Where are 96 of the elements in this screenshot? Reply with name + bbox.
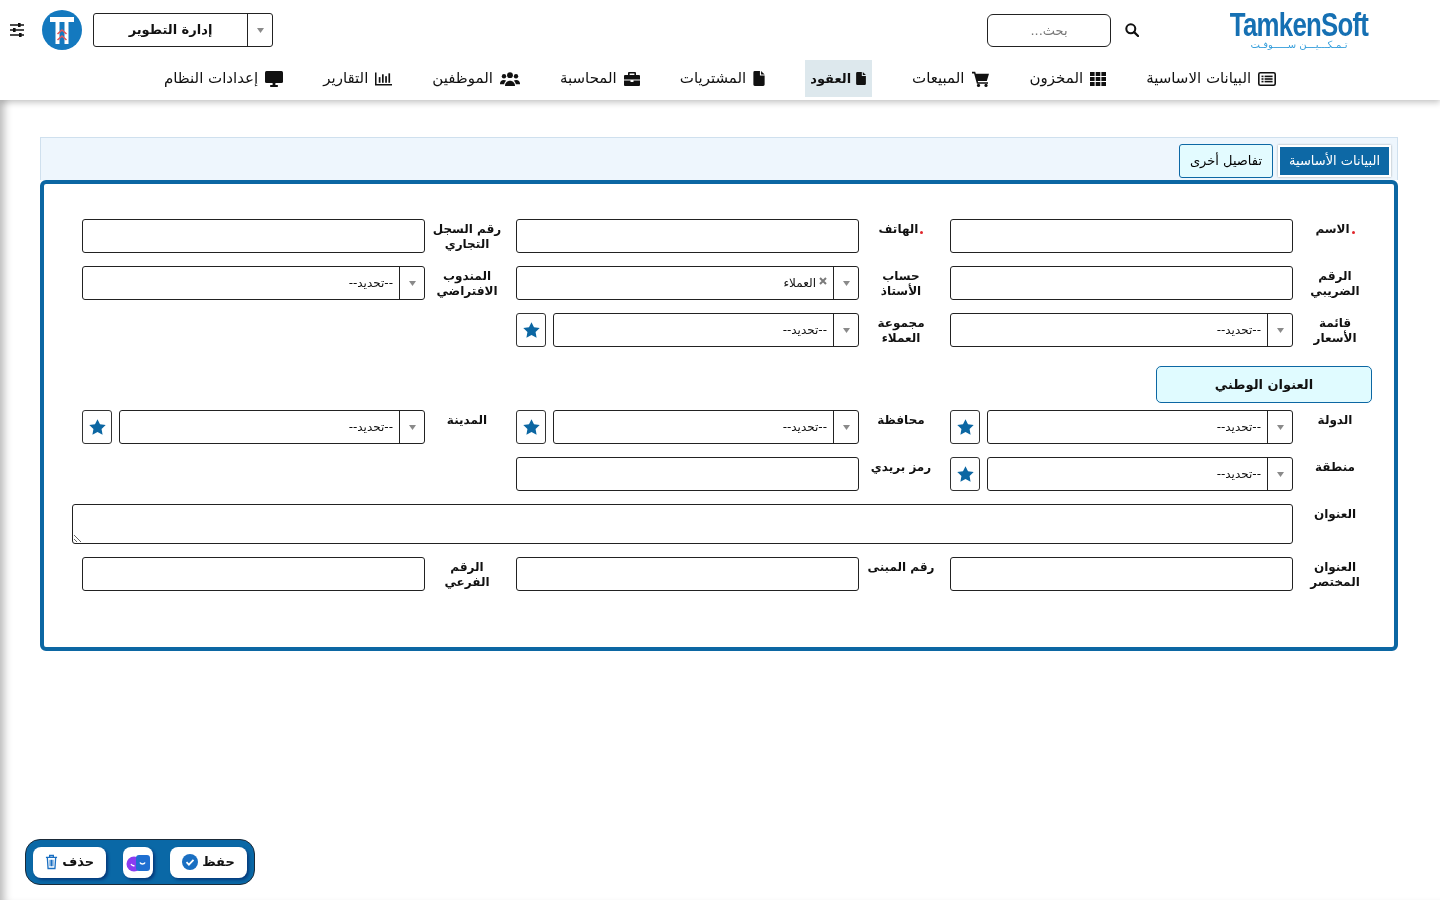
select-value: --تحديد--: [782, 419, 827, 436]
field-label: المندوب الافتراضي: [435, 269, 499, 299]
app-icon: [126, 852, 151, 872]
form-tab[interactable]: تفاصيل أخرى: [1178, 144, 1273, 178]
select-field[interactable]: --تحديد--: [987, 410, 1293, 444]
sliders-icon[interactable]: [10, 23, 24, 37]
caret-icon: [1276, 424, 1284, 430]
caret-icon: [256, 27, 264, 33]
nav-tab[interactable]: البيانات الاساسية: [1146, 60, 1277, 97]
nav-tab[interactable]: إعدادات النظام: [163, 60, 284, 97]
brand-tagline: تـمـكـــيـــن ســـــوفـت: [1250, 39, 1348, 51]
nav-tab[interactable]: الموظفين: [432, 60, 520, 97]
star-button[interactable]: [516, 313, 546, 347]
field-label: الدولة: [1317, 413, 1353, 428]
department-select[interactable]: إدارة التطوير: [93, 13, 273, 47]
star-icon: [521, 418, 541, 436]
star-icon: [87, 418, 107, 436]
nav-tab[interactable]: المخزون: [1029, 60, 1107, 97]
text-field[interactable]: [516, 557, 859, 591]
text-field[interactable]: [82, 219, 425, 253]
caret-icon: [842, 280, 850, 286]
field-label: العنوان المختصر: [1308, 560, 1361, 590]
nav-tab[interactable]: العقود: [805, 60, 873, 97]
nav-tab[interactable]: التقارير: [323, 60, 393, 97]
save-button[interactable]: حفظ: [170, 846, 247, 878]
users-icon: [499, 71, 520, 86]
caret-icon: [1276, 471, 1284, 477]
check-circle-icon: [182, 854, 199, 870]
caret-icon: [408, 424, 416, 430]
text-field[interactable]: [82, 557, 425, 591]
select-field[interactable]: --تحديد--: [950, 313, 1293, 347]
file-icon: [753, 71, 766, 86]
section-button[interactable]: العنوان الوطني: [1156, 366, 1372, 403]
text-field[interactable]: [950, 219, 1293, 253]
select-field[interactable]: --تحديد--: [553, 410, 859, 444]
nav-tab[interactable]: المبيعات: [912, 60, 990, 97]
file-icon: [855, 72, 868, 85]
text-field[interactable]: [950, 557, 1293, 591]
field-label: حساب الأستاذ: [879, 269, 923, 299]
text-field[interactable]: [950, 266, 1293, 300]
trash-icon: [45, 854, 59, 870]
search-icon[interactable]: [1125, 23, 1139, 37]
select-field[interactable]: --تحديد--: [119, 410, 425, 444]
select-field[interactable]: العملاء: [516, 266, 859, 300]
select-value: --تحديد--: [1216, 466, 1261, 483]
field-label: رقم المبنى: [867, 560, 935, 575]
field-label: الرقم الفرعي: [443, 560, 491, 590]
field-label: قائمة الأسعار: [1312, 316, 1358, 346]
field-label: مجموعة العملاء: [876, 316, 926, 346]
app-button[interactable]: [123, 846, 154, 878]
field-label: رقم السجل التجاري: [431, 222, 503, 252]
star-icon: [955, 465, 975, 483]
select-field[interactable]: --تحديد--: [987, 457, 1293, 491]
select-value: العملاء: [783, 275, 816, 292]
field-label: الاسم: [1315, 222, 1350, 237]
cart-icon: [971, 70, 990, 87]
clear-icon[interactable]: [819, 277, 827, 285]
star-button[interactable]: [950, 410, 980, 444]
star-button[interactable]: [950, 457, 980, 491]
form-tab[interactable]: البيانات الأساسية: [1278, 145, 1391, 177]
field-label: منطقة: [1315, 460, 1355, 475]
select-value: --تحديد--: [348, 419, 393, 436]
text-field[interactable]: [516, 219, 859, 253]
select-field[interactable]: --تحديد--: [82, 266, 425, 300]
field-label: الرقم الضريبي: [1309, 269, 1361, 299]
brand-logo-text: TamkenSoft: [1229, 9, 1369, 39]
select-value: --تحديد--: [782, 322, 827, 339]
textarea-field[interactable]: [72, 504, 1293, 544]
field-label: محافظة: [877, 413, 925, 428]
star-button[interactable]: [82, 410, 112, 444]
field-label: رمز بريدي: [870, 460, 932, 475]
briefcase-icon: [623, 71, 640, 86]
search-field[interactable]: بحث...: [987, 13, 1111, 47]
field-label: العنوان: [1313, 507, 1357, 522]
chart-icon: [375, 71, 393, 86]
grid-icon: [1090, 71, 1107, 86]
select-field[interactable]: --تحديد--: [553, 313, 859, 347]
star-button[interactable]: [516, 410, 546, 444]
field-label: الهاتف: [878, 222, 919, 237]
star-icon: [955, 418, 975, 436]
monitor-icon: [265, 70, 284, 87]
list-icon: [1258, 71, 1277, 86]
select-value: --تحديد--: [1216, 419, 1261, 436]
field-label: المدينة: [446, 413, 488, 428]
star-icon: [521, 321, 541, 339]
select-value: --تحديد--: [1216, 322, 1261, 339]
caret-icon: [842, 424, 850, 430]
delete-button[interactable]: حذف: [33, 846, 107, 878]
select-value: --تحديد--: [348, 275, 393, 292]
caret-icon: [408, 280, 416, 286]
caret-icon: [842, 327, 850, 333]
text-field[interactable]: [516, 457, 859, 491]
logo-icon: [42, 10, 82, 50]
caret-icon: [1276, 327, 1284, 333]
nav-tab[interactable]: المحاسبة: [559, 60, 640, 97]
nav-tab[interactable]: المشتريات: [679, 60, 766, 97]
